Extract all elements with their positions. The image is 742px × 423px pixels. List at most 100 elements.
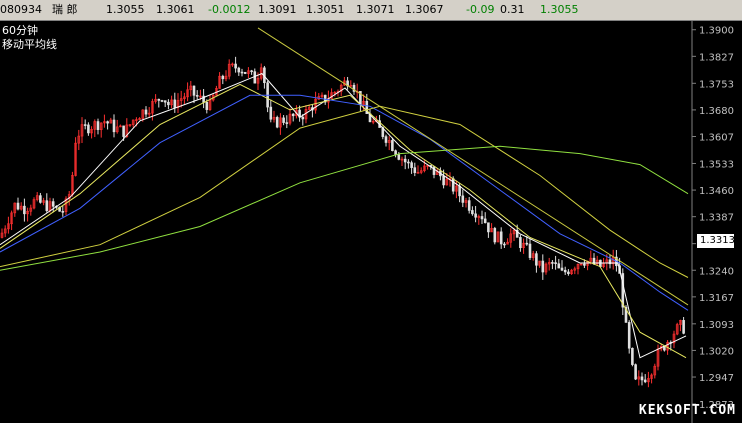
close-value: 1.3067 — [405, 3, 444, 16]
y-tick-label: 1.3680 — [699, 106, 734, 117]
watermark-text: KEKSOFT.COM — [638, 403, 736, 418]
candle-body — [563, 269, 567, 273]
change-value: -0.0012 — [208, 3, 251, 16]
candle-body — [173, 99, 177, 108]
candle-body — [483, 218, 487, 224]
candle-body — [541, 260, 545, 273]
value-4: 1.3091 — [258, 3, 297, 16]
candle-body — [282, 117, 285, 123]
candle-body — [583, 263, 586, 266]
y-tick-label: 1.3607 — [699, 133, 734, 144]
candle-body — [403, 158, 407, 163]
candle-body — [275, 117, 279, 128]
series-ma60 — [0, 105, 689, 278]
y-tick-label: 1.3020 — [699, 346, 734, 357]
candle-body — [394, 150, 397, 155]
candle-body — [234, 63, 237, 69]
candle-body — [144, 109, 148, 115]
candle-body — [87, 124, 90, 134]
candle-body — [250, 70, 253, 73]
candle-body — [557, 263, 561, 269]
candle-body — [643, 379, 647, 383]
candle-body — [410, 162, 413, 168]
candle-body — [461, 195, 465, 203]
y-tick-label: 1.3387 — [699, 213, 734, 224]
symbol-name: 瑞 郎 — [52, 3, 78, 16]
y-tick-label: 1.3240 — [699, 266, 734, 277]
candle-body — [167, 101, 170, 106]
candle-body — [397, 154, 401, 160]
y-tick-label: 1.3827 — [699, 52, 734, 63]
period-label: 60分钟 — [2, 24, 38, 37]
series-trend — [257, 27, 689, 306]
candle-body — [83, 124, 87, 126]
current-price-marker: 1.3313 — [697, 234, 735, 248]
high-value: 1.3061 — [156, 3, 195, 16]
candle-body — [554, 262, 557, 265]
candle-body — [16, 202, 20, 210]
candle-body — [458, 185, 461, 197]
y-tick-label: 1.2947 — [699, 373, 734, 384]
candle-body — [471, 210, 474, 215]
candle-body — [551, 262, 554, 264]
series-ma120 — [0, 145, 689, 271]
candle-body — [122, 125, 125, 137]
candle-body — [240, 71, 244, 74]
candle-body — [205, 102, 209, 110]
chart-legend: 60分钟 移动平均线 — [2, 24, 57, 52]
candle-body — [301, 116, 305, 120]
candle-body — [442, 175, 445, 186]
candle-body — [503, 243, 506, 246]
candle-body — [407, 161, 410, 164]
candle-body — [634, 364, 637, 380]
open-value: 1.3055 — [106, 3, 145, 16]
candle-body — [627, 322, 631, 349]
candle-body — [467, 200, 471, 211]
candle-body — [631, 347, 634, 365]
y-tick-label: 1.3093 — [699, 320, 734, 331]
candle-body — [451, 178, 455, 192]
candle-body — [682, 320, 685, 334]
candle-body — [61, 211, 65, 213]
y-tick-label: 1.3533 — [699, 159, 734, 170]
candle-body — [243, 71, 247, 74]
candle-body — [493, 228, 497, 243]
candle-body — [474, 213, 477, 218]
candle-body — [253, 71, 257, 84]
candle-body — [560, 267, 564, 271]
candle-body — [487, 222, 490, 233]
candle-body — [528, 243, 532, 258]
candle-body — [163, 100, 167, 103]
candle-body — [192, 85, 196, 96]
candle-body — [51, 201, 55, 207]
candle-body — [391, 140, 394, 152]
candle-body — [269, 106, 273, 120]
y-tick-label: 1.3900 — [699, 26, 734, 37]
candle-body — [221, 75, 225, 80]
candle-body — [237, 67, 241, 73]
candle-body — [285, 122, 289, 124]
change-percent: -0.09 — [466, 3, 495, 16]
candle-body — [112, 119, 116, 133]
candle-body — [432, 166, 436, 175]
candle-body — [567, 271, 570, 275]
low-value: 1.3051 — [306, 3, 345, 16]
candle-body — [39, 195, 42, 203]
candle-body — [96, 121, 100, 130]
value-9: 0.31 — [500, 3, 525, 16]
candle-body — [535, 253, 538, 266]
candle-body — [23, 205, 26, 215]
y-tick-label: 1.3167 — [699, 293, 734, 304]
y-tick-label: 1.3753 — [699, 79, 734, 90]
series-ma20 — [0, 94, 689, 311]
candle-body — [384, 136, 388, 143]
candle-body — [157, 98, 161, 101]
candle-body — [45, 200, 49, 211]
candle-body — [106, 121, 109, 124]
candle-body — [160, 100, 164, 102]
indicator-label: 移动平均线 — [2, 38, 57, 51]
symbol-code: 080934 — [0, 3, 42, 16]
candle-body — [499, 231, 503, 245]
price-chart[interactable]: 1.3900 1.3827 1.3753 1.3680 1.3607 1.3533 1.34… — [0, 21, 742, 423]
value-6: 1.3071 — [356, 3, 395, 16]
